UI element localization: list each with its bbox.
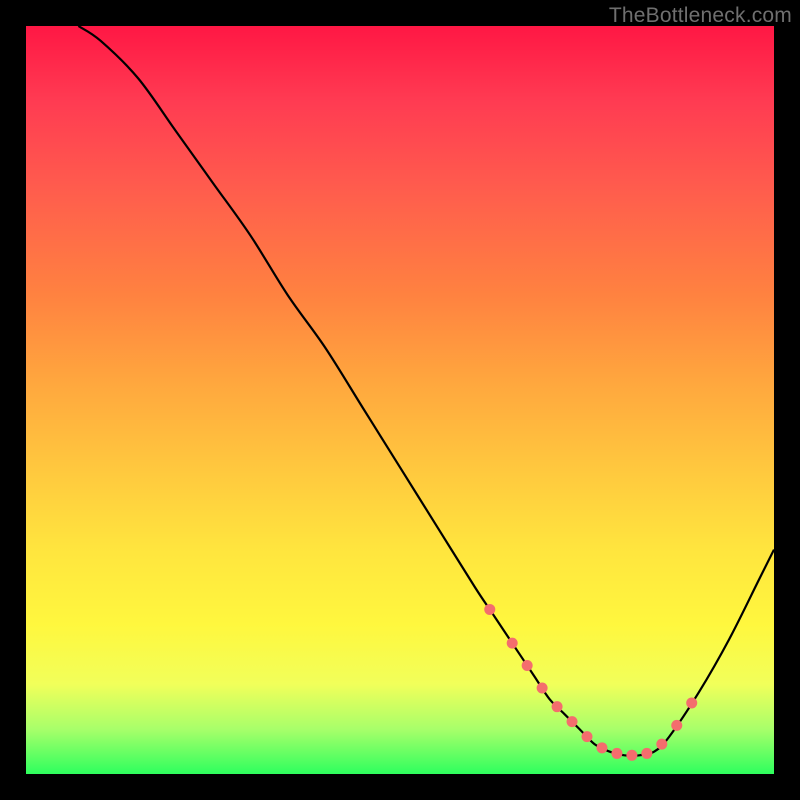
chart-frame [26, 26, 774, 774]
highlight-dot [641, 748, 652, 759]
highlight-dot [484, 604, 495, 615]
highlight-dot [567, 716, 578, 727]
highlight-dot [671, 720, 682, 731]
bottleneck-curve-line [78, 26, 774, 756]
highlight-dots [484, 604, 697, 761]
highlight-dot [582, 731, 593, 742]
highlight-dot [626, 750, 637, 761]
highlight-dot [537, 682, 548, 693]
highlight-dot [552, 701, 563, 712]
highlight-dot [656, 739, 667, 750]
watermark-text: TheBottleneck.com [609, 4, 792, 28]
highlight-dot [611, 748, 622, 759]
highlight-dot [507, 638, 518, 649]
highlight-dot [686, 697, 697, 708]
chart-svg [26, 26, 774, 774]
highlight-dot [522, 660, 533, 671]
highlight-dot [596, 742, 607, 753]
